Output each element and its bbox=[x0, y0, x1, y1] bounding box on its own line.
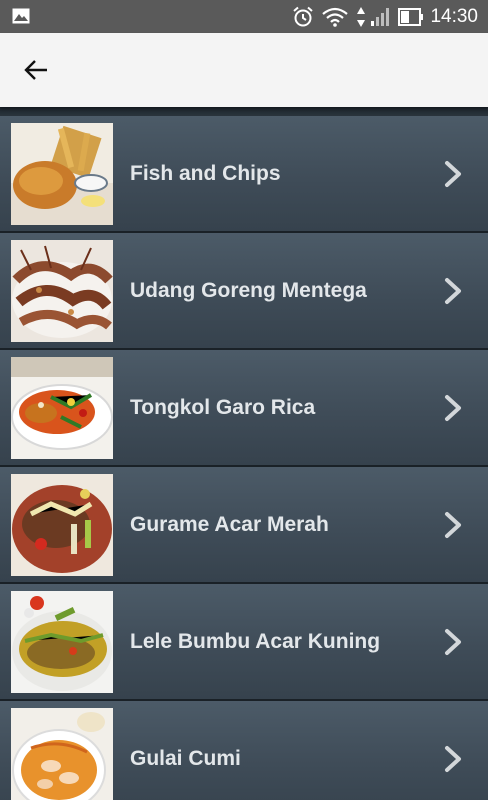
list-item[interactable]: Fish and Chips bbox=[0, 116, 488, 233]
alarm-icon bbox=[292, 6, 314, 28]
list-item[interactable]: Tongkol Garo Rica bbox=[0, 350, 488, 467]
item-title: Udang Goreng Mentega bbox=[130, 279, 367, 302]
signal-icon bbox=[370, 7, 390, 27]
list-top-shadow bbox=[0, 107, 488, 116]
list-item[interactable]: Udang Goreng Mentega bbox=[0, 233, 488, 350]
chevron-right-icon bbox=[445, 512, 461, 538]
chevron-right-icon bbox=[445, 629, 461, 655]
item-title: Fish and Chips bbox=[130, 162, 281, 185]
food-thumbnail bbox=[11, 708, 113, 800]
food-thumbnail bbox=[11, 123, 113, 225]
list-item[interactable]: Gurame Acar Merah bbox=[0, 467, 488, 584]
item-title: Gurame Acar Merah bbox=[130, 513, 329, 536]
list-item[interactable]: Gulai Cumi bbox=[0, 701, 488, 800]
clock: 14:30 bbox=[430, 5, 478, 27]
app-bar bbox=[0, 33, 488, 107]
item-title: Gulai Cumi bbox=[130, 747, 241, 770]
item-title: Lele Bumbu Acar Kuning bbox=[130, 630, 381, 653]
food-thumbnail bbox=[11, 240, 113, 342]
status-bar: 14:30 bbox=[0, 0, 488, 33]
recipe-list[interactable]: Fish and Chips Udang Goreng Mentega Tong… bbox=[0, 107, 488, 800]
chevron-right-icon bbox=[445, 278, 461, 304]
food-thumbnail bbox=[11, 591, 113, 693]
wifi-icon bbox=[322, 7, 349, 27]
arrow-left-icon bbox=[24, 60, 47, 80]
item-title: Tongkol Garo Rica bbox=[130, 396, 316, 419]
gallery-icon bbox=[12, 8, 30, 24]
data-arrows-icon bbox=[356, 6, 366, 28]
chevron-right-icon bbox=[445, 746, 461, 772]
battery-icon bbox=[398, 7, 424, 26]
food-thumbnail bbox=[11, 357, 113, 459]
back-button[interactable] bbox=[16, 50, 56, 90]
chevron-right-icon bbox=[445, 395, 461, 421]
list-item[interactable]: Lele Bumbu Acar Kuning bbox=[0, 584, 488, 701]
chevron-right-icon bbox=[445, 161, 461, 187]
food-thumbnail bbox=[11, 474, 113, 576]
